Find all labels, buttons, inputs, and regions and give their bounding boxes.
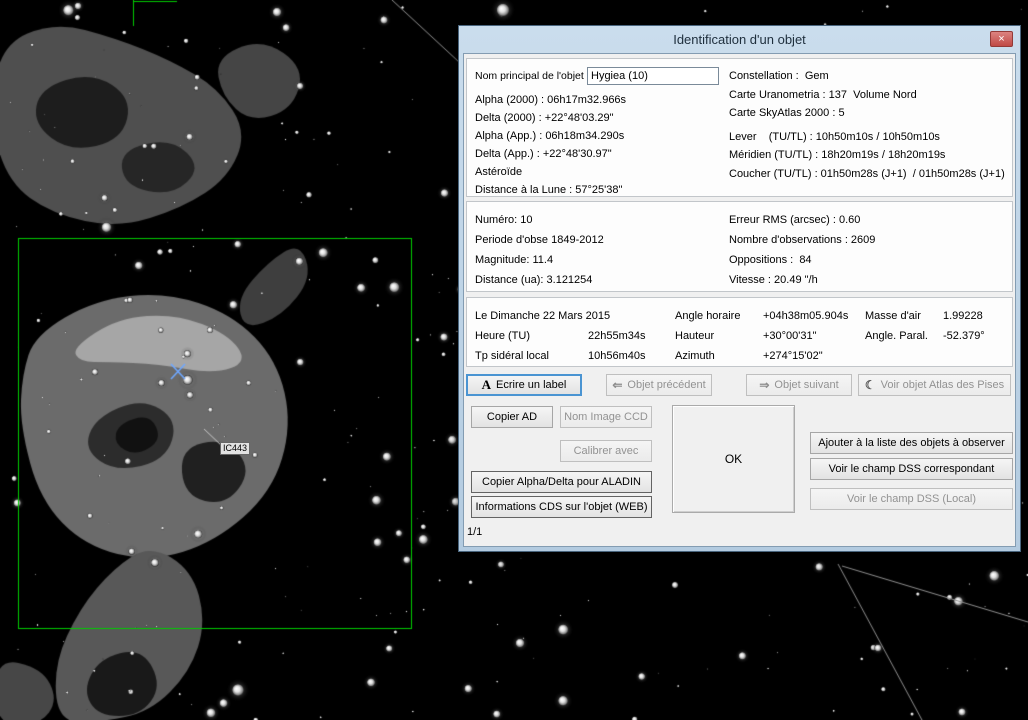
info-row-rise: Lever (TU/TL) : 10h50m10s / 10h50m10s [729, 130, 940, 143]
info-row-number: Numéro: 10 [475, 214, 533, 226]
arrow-left-icon: ⇐ [612, 378, 623, 392]
info-row-meridian: Méridien (TU/TL) : 18h20m19s / 18h20m19s [729, 149, 946, 161]
arrow-right-icon: ⇒ [759, 378, 770, 392]
nebula-label: IC443 [220, 442, 251, 455]
info-row-distance: Distance (ua): 3.121254 [475, 274, 593, 286]
info-row-skyatlas: Carte SkyAtlas 2000 : 5 [729, 107, 845, 119]
copy-ra-dec-button[interactable]: Copier AD [471, 406, 553, 428]
add-observe-list-button[interactable]: Ajouter à la liste des objets à observer [810, 432, 1013, 454]
info-row-altitude: Hauteur +30°00'31" [675, 330, 817, 342]
info-row-speed: Vitesse : 20.49 "/h [729, 274, 818, 286]
info-row-parallactic: Angle. Paral. -52.379° [865, 330, 985, 342]
info-row-period: Periode d'obse 1849-2012 [475, 234, 604, 246]
info-row-oppositions: Oppositions : 84 [729, 254, 812, 266]
info-row-set: Coucher (TU/TL) : 01h50m28s (J+1) / 01h5… [729, 167, 1005, 180]
close-icon[interactable]: × [990, 31, 1013, 47]
copy-aladin-button[interactable]: Copier Alpha/Delta pour ALADIN [471, 471, 652, 493]
dialog-title: Identification d'un objet [673, 31, 806, 47]
atlas-button: ☾ Voir objet Atlas des Pises [858, 374, 1011, 396]
ephemeris-date-column: Le Dimanche 22 Mars 2015 Heure (TU) 22h55… [475, 306, 646, 366]
info-row-moon-distance: Distance à la Lune : 57°25'38" [475, 184, 623, 196]
moon-icon: ☾ [864, 378, 876, 392]
info-row-sidereal: Tp sidéral local 10h56m40s [475, 350, 646, 362]
write-label-button[interactable]: A Ecrire un label [466, 374, 582, 396]
calibrate-button: Calibrer avec [560, 440, 652, 462]
identity-left-column: Nom principal de l'objet Alpha (2000) : … [475, 65, 719, 199]
prev-object-button: ⇐ Objet précédent [606, 374, 712, 396]
dss-field-button[interactable]: Voir le champ DSS correspondant [810, 458, 1013, 480]
page-indicator: 1/1 [467, 526, 483, 538]
identity-right-column: Constellation : Gem Carte Uranometria : … [729, 67, 1005, 183]
info-row-observations: Nombre d'observations : 2609 [729, 234, 876, 246]
info-row-delta-app: Delta (App.) : +22°48'30.97" [475, 148, 612, 160]
identification-dialog: Identification d'un objet × Nom principa… [458, 25, 1021, 552]
info-row-hour-angle: Angle horaire +04h38m05.904s [675, 310, 849, 322]
info-row-time: Heure (TU) 22h55m34s [475, 330, 646, 342]
info-row-date: Le Dimanche 22 Mars 2015 [475, 310, 611, 322]
info-row-airmass: Masse d'air 1.99228 [865, 310, 983, 322]
next-object-button: ⇒ Objet suivant [746, 374, 852, 396]
info-row-constellation: Constellation : Gem [729, 70, 829, 82]
label-a-icon: A [481, 377, 492, 392]
info-row-rms: Erreur RMS (arcsec) : 0.60 [729, 214, 861, 226]
dialog-body: Nom principal de l'objet Alpha (2000) : … [463, 53, 1016, 547]
object-name-input[interactable] [587, 67, 719, 85]
info-row-magnitude: Magnitude: 11.4 [475, 254, 554, 266]
orbit-panel: Numéro: 10 Periode d'obse 1849-2012 Magn… [466, 201, 1013, 292]
info-row-alpha2000: Alpha (2000) : 06h17m32.966s [475, 94, 627, 106]
object-name-label: Nom principal de l'objet [475, 70, 584, 82]
info-row-type: Astéroïde [475, 166, 523, 178]
ephemeris-panel: Le Dimanche 22 Mars 2015 Heure (TU) 22h55… [466, 297, 1013, 367]
object-name-row: Nom principal de l'objet [475, 65, 719, 87]
dss-local-button: Voir le champ DSS (Local) [810, 488, 1013, 510]
info-row-azimuth: Azimuth +274°15'02" [675, 350, 823, 362]
ok-button[interactable]: OK [672, 405, 795, 513]
ccd-image-name-button: Nom Image CCD [560, 406, 652, 428]
info-row-delta2000: Delta (2000) : +22°48'03.29" [475, 112, 614, 124]
info-row-alpha-app: Alpha (App.) : 06h18m34.290s [475, 130, 625, 142]
ephemeris-air-column: Masse d'air 1.99228 Angle. Paral. -52.379° [865, 306, 985, 346]
info-row-uranometria: Carte Uranometria : 137 Volume Nord [729, 88, 917, 101]
identity-panel: Nom principal de l'objet Alpha (2000) : … [466, 58, 1013, 197]
dialog-titlebar[interactable]: Identification d'un objet × [459, 26, 1020, 52]
orbit-left-column: Numéro: 10 Periode d'obse 1849-2012 Magn… [475, 210, 604, 290]
orbit-right-column: Erreur RMS (arcsec) : 0.60 Nombre d'obse… [729, 210, 875, 290]
ephemeris-coord-column: Angle horaire +04h38m05.904s Hauteur +30°0… [675, 306, 848, 366]
cds-info-button[interactable]: Informations CDS sur l'objet (WEB) [471, 496, 652, 518]
